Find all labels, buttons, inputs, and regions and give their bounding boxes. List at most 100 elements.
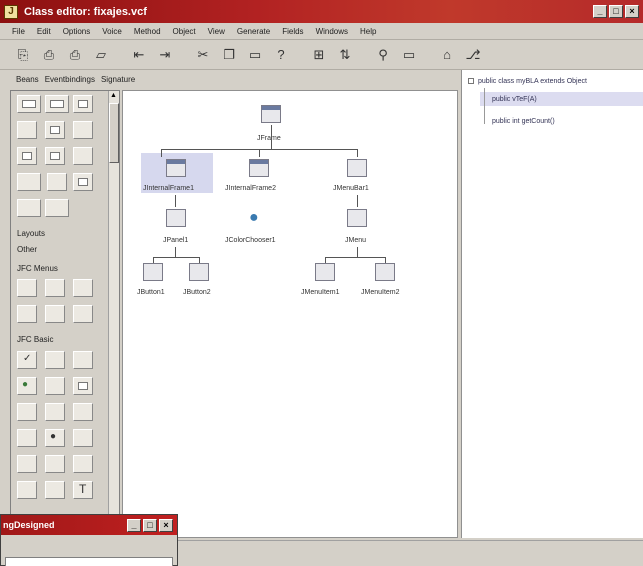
palette-separator-icon[interactable]	[45, 481, 65, 499]
node-jmenu-icon[interactable]	[347, 209, 367, 227]
palette-section-other[interactable]: Other	[17, 245, 37, 254]
palette-combobox-icon[interactable]	[45, 377, 65, 395]
palette-frame-icon[interactable]	[17, 95, 41, 113]
cut-icon[interactable]: ✂	[192, 44, 214, 66]
window-icon[interactable]: ▭	[398, 44, 420, 66]
node-jbutton2-icon[interactable]	[189, 263, 209, 281]
palette-menu-icon[interactable]	[45, 279, 65, 297]
palette-viewport-icon[interactable]	[17, 199, 41, 217]
node-jmenuitem2-icon[interactable]	[375, 263, 395, 281]
node-jmenuitem1-icon[interactable]	[315, 263, 335, 281]
tree-item-method-1[interactable]: public vTeF(A)	[492, 96, 537, 103]
palette-colorchooser-icon[interactable]: ●	[17, 377, 37, 395]
tree-item-method-2[interactable]: public int getCount()	[492, 118, 555, 125]
help-icon[interactable]: ?	[270, 44, 292, 66]
palette-desktop-icon[interactable]	[45, 147, 65, 165]
close-button[interactable]: ×	[625, 5, 639, 18]
node-jpanel1-icon[interactable]	[166, 209, 186, 227]
toolbar: ⎘ ⎙ ⎙ ▱ ⇤ ⇥ ✂ ❐ ▭ ? ⊞ ⇅ ⚲ ▭ ⌂ ⎇	[0, 40, 643, 70]
palette-checkboxmenuitem-icon[interactable]	[45, 305, 65, 323]
tree-item-class[interactable]: public class myBLA extends Object	[468, 78, 587, 85]
palette-box-icon[interactable]	[45, 199, 69, 217]
properties-icon[interactable]: ⎇	[462, 44, 484, 66]
palette-dialog-icon[interactable]	[45, 95, 69, 113]
palette-menubar-icon[interactable]	[17, 279, 37, 297]
redo-icon[interactable]: ⇥	[154, 44, 176, 66]
menu-method[interactable]: Method	[134, 27, 161, 36]
palette-list-icon[interactable]	[17, 429, 37, 447]
secondary-window: ngDesigned _ □ ×	[0, 514, 178, 566]
menu-edit[interactable]: Edit	[37, 27, 51, 36]
palette-spinner-icon[interactable]	[73, 173, 93, 191]
menu-file[interactable]: File	[12, 27, 25, 36]
minimize-button[interactable]: _	[593, 5, 607, 18]
palette-radiobutton-icon[interactable]: ●	[45, 429, 65, 447]
palette-textarea-icon[interactable]	[17, 481, 37, 499]
palette-filechooser-icon[interactable]	[17, 403, 37, 421]
palette-editorpane-icon[interactable]	[73, 377, 93, 395]
menu-object[interactable]: Object	[173, 27, 196, 36]
palette-panel-icon[interactable]	[17, 121, 37, 139]
scroll-up-icon[interactable]: ▲	[110, 92, 117, 99]
palette-splitpane-icon[interactable]	[45, 121, 65, 139]
menu-generate[interactable]: Generate	[237, 27, 270, 36]
palette-scrollbar[interactable]: ▲	[108, 91, 119, 521]
open-folder-icon[interactable]: ▱	[90, 44, 112, 66]
save-icon[interactable]: ⎙	[38, 44, 60, 66]
menu-help[interactable]: Help	[360, 27, 376, 36]
new-icon[interactable]: ⎘	[12, 44, 34, 66]
palette-progressbar-icon[interactable]	[17, 455, 37, 473]
palette-radiomenuitem-icon[interactable]	[73, 305, 93, 323]
menu-view[interactable]: View	[208, 27, 225, 36]
design-canvas[interactable]: JFrame JInternalFrame1 JInternalFrame2 J…	[122, 90, 458, 538]
search-icon[interactable]: ⚲	[372, 44, 394, 66]
secondary-maximize-button[interactable]: □	[143, 519, 157, 532]
palette-button-icon[interactable]	[45, 351, 65, 369]
node-jcolorchooser1-icon[interactable]: ●	[249, 209, 259, 227]
palette-scrollbar-icon[interactable]	[45, 455, 65, 473]
palette-slider-icon[interactable]	[73, 351, 93, 369]
palette-scrollpane-icon[interactable]	[73, 147, 93, 165]
palette-tabs: Beans Eventbindings Signature	[0, 70, 460, 88]
secondary-close-button[interactable]: ×	[159, 519, 173, 532]
undo-icon[interactable]: ⇤	[128, 44, 150, 66]
palette-tabbedpane-icon[interactable]	[73, 121, 93, 139]
palette-label-icon[interactable]	[73, 403, 93, 421]
palette-section-layouts[interactable]: Layouts	[17, 229, 45, 238]
node-jinternalframe2-icon[interactable]	[249, 159, 269, 177]
palette-passwordfield-icon[interactable]	[73, 429, 93, 447]
palette-section-jfc-menus[interactable]: JFC Menus	[17, 264, 58, 273]
palette-popupmenu-icon[interactable]	[73, 279, 93, 297]
menu-windows[interactable]: Windows	[316, 27, 348, 36]
palette-internalframe-icon[interactable]	[17, 147, 37, 165]
node-jbutton1-icon[interactable]	[143, 263, 163, 281]
menu-options[interactable]: Options	[63, 27, 91, 36]
menu-voice[interactable]: Voice	[102, 27, 122, 36]
tree-icon[interactable]: ⌂	[436, 44, 458, 66]
menu-fields[interactable]: Fields	[282, 27, 303, 36]
palette-scroll-thumb[interactable]	[109, 103, 119, 163]
tab-beans[interactable]: Beans	[14, 75, 41, 84]
save-as-icon[interactable]: ⎙	[64, 44, 86, 66]
palette-toolbar-icon[interactable]	[17, 173, 41, 191]
maximize-button[interactable]: □	[609, 5, 623, 18]
palette-menuitem-icon[interactable]	[17, 305, 37, 323]
run-icon[interactable]: ⊞	[308, 44, 330, 66]
node-jframe-icon[interactable]	[261, 105, 281, 123]
palette-window-icon[interactable]	[73, 95, 93, 113]
secondary-window-field[interactable]	[5, 557, 173, 566]
paste-icon[interactable]: ▭	[244, 44, 266, 66]
palette-checkbox-icon[interactable]: ✓	[17, 351, 37, 369]
node-jinternalframe1-icon[interactable]	[166, 159, 186, 177]
tab-eventbindings[interactable]: Eventbindings	[43, 75, 97, 84]
copy-icon[interactable]: ❐	[218, 44, 240, 66]
palette-section-jfc-basic[interactable]: JFC Basic	[17, 335, 53, 344]
palette-layeredpane-icon[interactable]	[47, 173, 67, 191]
tab-signature[interactable]: Signature	[99, 75, 137, 84]
node-jmenubar1-icon[interactable]	[347, 159, 367, 177]
palette-table-icon[interactable]	[73, 455, 93, 473]
secondary-minimize-button[interactable]: _	[127, 519, 141, 532]
palette-textfield-icon[interactable]: T	[73, 481, 93, 499]
debug-icon[interactable]: ⇅	[334, 44, 356, 66]
palette-formattedfield-icon[interactable]	[45, 403, 65, 421]
